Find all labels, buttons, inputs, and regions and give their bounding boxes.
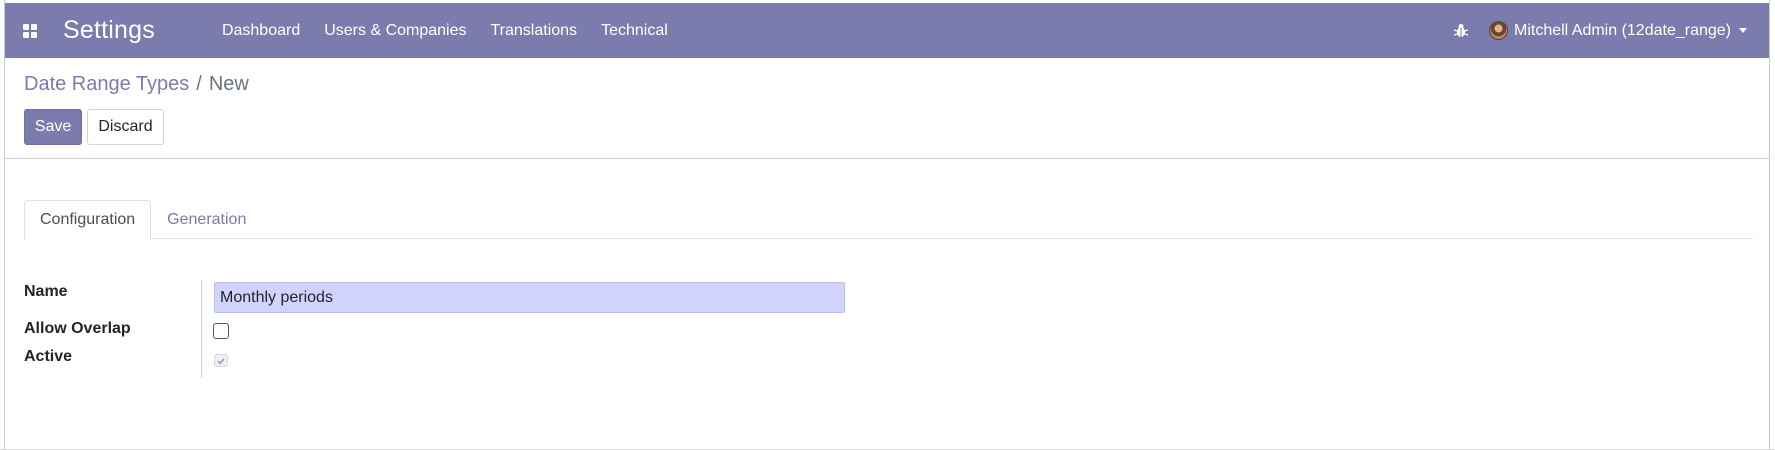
breadcrumb-parent-link[interactable]: Date Range Types <box>24 73 189 96</box>
control-panel: Date Range Types / New Save Discard <box>5 58 1769 159</box>
menu-item-users-companies[interactable]: Users & Companies <box>312 3 478 58</box>
breadcrumb-current: New <box>208 73 249 95</box>
active-checkbox <box>214 354 228 367</box>
menu-item-technical[interactable]: Technical <box>589 3 680 58</box>
checkmark-icon <box>217 357 225 364</box>
apps-grid-icon[interactable] <box>10 3 50 58</box>
top-navbar: Settings Dashboard Users & Companies Tra… <box>5 3 1769 58</box>
menu-item-translations[interactable]: Translations <box>479 3 590 58</box>
tab-configuration[interactable]: Configuration <box>24 200 152 240</box>
navbar-systray: Mitchell Admin (12date_range) <box>1443 3 1769 58</box>
allow-overlap-label: Allow Overlap <box>24 320 131 337</box>
save-button[interactable]: Save <box>24 109 82 145</box>
app-title: Settings <box>63 16 155 44</box>
form-label-column: Name Allow Overlap Active <box>24 280 202 378</box>
tab-generation[interactable]: Generation <box>152 200 261 239</box>
discard-button[interactable]: Discard <box>87 109 164 145</box>
active-label: Active <box>24 348 73 365</box>
menu-item-dashboard[interactable]: Dashboard <box>210 3 312 58</box>
bug-icon[interactable] <box>1443 3 1479 58</box>
breadcrumb: Date Range Types / New <box>24 73 249 96</box>
caret-down-icon <box>1739 28 1747 33</box>
main-menu: Dashboard Users & Companies Translations… <box>210 3 680 58</box>
user-name: Mitchell Admin (12date_range) <box>1513 21 1731 39</box>
form-tabs: Configuration Generation <box>24 200 1753 240</box>
allow-overlap-checkbox[interactable] <box>213 323 229 339</box>
name-label: Name <box>24 283 68 300</box>
breadcrumb-separator: / <box>196 73 202 95</box>
name-field[interactable]: Monthly periods <box>214 282 845 313</box>
avatar <box>1488 21 1508 40</box>
user-menu[interactable]: Mitchell Admin (12date_range) <box>1488 21 1769 40</box>
window-frame-right <box>1769 0 1775 450</box>
